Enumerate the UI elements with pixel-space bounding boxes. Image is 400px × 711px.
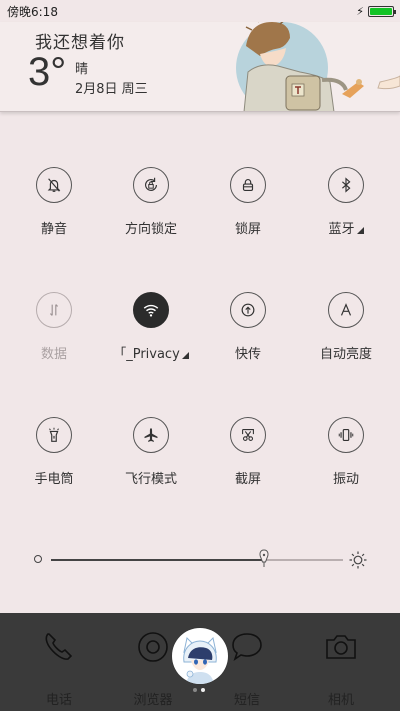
toggle-auto-brightness[interactable]: 自动亮度: [298, 292, 394, 372]
status-time: 傍晚6:18: [7, 4, 58, 19]
toggle-label: 静音: [40, 222, 67, 237]
toggle-label: 手电筒: [34, 472, 74, 487]
status-bar: 傍晚6:18 ⚡: [0, 0, 400, 22]
airplane-icon: [133, 417, 169, 453]
toggle-rotation-lock[interactable]: 方向锁定: [103, 167, 199, 247]
toggle-lock-screen[interactable]: 锁屏: [200, 167, 296, 247]
battery-level: [370, 7, 392, 15]
brightness-low-icon: [34, 555, 42, 563]
phone-icon: [45, 633, 73, 660]
dock-page-indicator: [193, 688, 205, 692]
toggle-label: 飞行模式: [124, 472, 177, 487]
bell-off-icon: [36, 167, 72, 203]
toggle-label: 振动: [332, 472, 359, 487]
brightness-slider[interactable]: [30, 548, 370, 572]
brightness-fill: [51, 559, 265, 561]
scissors-icon: [230, 417, 266, 453]
toggle-quick-share[interactable]: 快传: [200, 292, 296, 372]
toggle-screenshot[interactable]: 截屏: [200, 417, 296, 497]
temperature: 3°: [28, 50, 67, 94]
dock-label: 短信: [233, 693, 260, 708]
dock-label: 相机: [327, 693, 354, 708]
weather-date: 2月8日 周三: [75, 82, 148, 97]
vibrate-icon: [328, 417, 364, 453]
toggle-wifi[interactable]: 「_Privacy: [103, 292, 199, 372]
toggle-label: 锁屏: [234, 222, 261, 237]
toggle-label: 方向锁定: [124, 222, 177, 237]
weather-card[interactable]: 我还想着你 3° 晴 2月8日 周三: [0, 22, 400, 112]
lock-icon: [230, 167, 266, 203]
toggle-bluetooth[interactable]: 蓝牙: [298, 167, 394, 247]
battery-icon: [368, 5, 396, 17]
rotation-lock-icon: [133, 167, 169, 203]
charging-bolt-icon: ⚡: [356, 4, 364, 18]
expand-triangle-icon: [356, 226, 364, 234]
toggle-vibrate[interactable]: 振动: [298, 417, 394, 497]
page-dot: [193, 688, 197, 692]
toggle-label: 「_Privacy: [113, 347, 180, 362]
toggle-label: 快传: [234, 347, 261, 362]
toggle-mobile-data[interactable]: 数据: [6, 292, 102, 372]
auto-a-icon: [328, 292, 364, 328]
floating-avatar[interactable]: [172, 628, 228, 684]
upload-icon: [230, 292, 266, 328]
toggle-label: 截屏: [234, 472, 261, 487]
expand-triangle-icon: [181, 351, 189, 359]
brightness-track[interactable]: [51, 559, 343, 561]
wallpaper-illustration: [236, 22, 400, 111]
brightness-high-icon: [349, 551, 367, 569]
status-icons: ⚡: [356, 4, 396, 18]
toggle-airplane[interactable]: 飞行模式: [103, 417, 199, 497]
brightness-thumb[interactable]: [257, 549, 271, 569]
toggle-mute[interactable]: 静音: [6, 167, 102, 247]
flashlight-icon: [36, 417, 72, 453]
dock-app-phone[interactable]: 电话: [19, 613, 99, 711]
page-dot: [201, 688, 205, 692]
anime-avatar-image: [183, 636, 217, 684]
weather-condition: 晴: [75, 62, 89, 77]
dock-app-camera[interactable]: 相机: [301, 613, 381, 711]
dock-label: 浏览器: [133, 693, 173, 708]
toggle-label: 自动亮度: [319, 347, 372, 362]
camera-icon: [326, 635, 356, 659]
data-arrows-icon: [36, 292, 72, 328]
toggle-label: 蓝牙: [328, 222, 355, 237]
browser-icon: [138, 632, 168, 662]
dock-label: 电话: [45, 693, 72, 708]
toggle-flashlight[interactable]: 手电筒: [6, 417, 102, 497]
wifi-icon: [133, 292, 169, 328]
chat-bubble-icon: [232, 633, 262, 661]
toggle-label: 数据: [40, 347, 67, 362]
bluetooth-icon: [328, 167, 364, 203]
